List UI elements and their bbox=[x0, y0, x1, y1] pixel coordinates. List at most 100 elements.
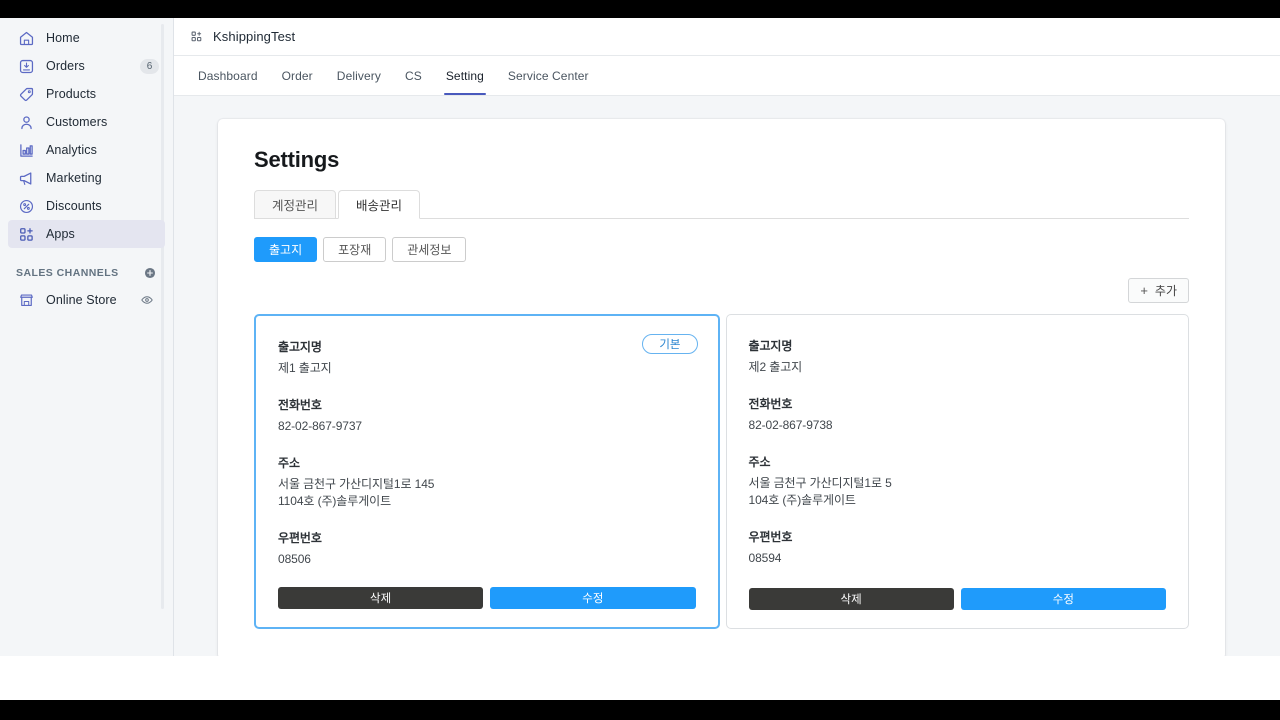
origin-card[interactable]: 기본 출고지명 제1 출고지 전화번호 82-02-867-9737 주소 서울… bbox=[254, 314, 720, 629]
content-scroll-area: Settings 계정관리 배송관리 출고지 포장재 관세정보 + 추가 기본 … bbox=[174, 96, 1280, 656]
field-zipcode: 우편번호 08594 bbox=[749, 528, 1167, 567]
field-label: 출고지명 bbox=[278, 340, 322, 354]
sidebar-item-label: Customers bbox=[46, 115, 108, 129]
settings-tab-shipping[interactable]: 배송관리 bbox=[338, 190, 421, 219]
edit-button[interactable]: 수정 bbox=[960, 588, 1166, 610]
field-label: 주소 bbox=[278, 456, 300, 470]
origin-card-list: 기본 출고지명 제1 출고지 전화번호 82-02-867-9737 주소 서울… bbox=[254, 314, 1189, 629]
sidebar-item-discounts[interactable]: Discounts bbox=[8, 192, 165, 220]
sidebar-item-home[interactable]: Home bbox=[8, 24, 165, 52]
settings-tab-account[interactable]: 계정관리 bbox=[254, 190, 337, 219]
sidebar-item-label: Analytics bbox=[46, 143, 97, 157]
products-icon bbox=[16, 84, 36, 104]
subtab-label: 관세정보 bbox=[407, 243, 452, 257]
sidebar-item-label: Products bbox=[46, 87, 97, 101]
settings-tab-label: 배송관리 bbox=[356, 199, 403, 213]
default-badge[interactable]: 기본 bbox=[642, 334, 698, 354]
add-origin-button[interactable]: + 추가 bbox=[1128, 278, 1189, 303]
delete-button[interactable]: 삭제 bbox=[748, 588, 954, 610]
field-value-line2: 1104호 (주)솔루게이트 bbox=[278, 494, 392, 508]
apps-icon bbox=[16, 224, 36, 244]
sidebar-item-label: Orders bbox=[46, 59, 85, 73]
settings-tab-label: 계정관리 bbox=[272, 199, 319, 213]
main-area: KshippingTest Dashboard Order Delivery C… bbox=[174, 18, 1280, 656]
sidebar-item-label: Apps bbox=[46, 227, 75, 241]
orders-icon bbox=[16, 56, 36, 76]
subtab-label: 출고지 bbox=[269, 243, 303, 257]
plus-icon: + bbox=[1140, 283, 1148, 298]
field-value-line1: 서울 금천구 가산디지털1로 145 bbox=[278, 477, 435, 491]
field-phone: 전화번호 82-02-867-9738 bbox=[749, 395, 1167, 434]
tab-label: Order bbox=[281, 68, 313, 83]
field-name: 출고지명 제1 출고지 bbox=[278, 338, 696, 377]
card-actions: 삭제 수정 bbox=[748, 588, 1166, 610]
add-button-label: 추가 bbox=[1154, 284, 1177, 298]
eye-icon[interactable] bbox=[135, 293, 159, 308]
page-title: Settings bbox=[254, 147, 340, 172]
field-name: 출고지명 제2 출고지 bbox=[749, 337, 1167, 376]
field-label: 전화번호 bbox=[748, 397, 793, 411]
app-title: KshippingTest bbox=[213, 29, 296, 44]
tab-label: Delivery bbox=[336, 68, 381, 83]
field-value: 제1 출고지 bbox=[278, 361, 332, 375]
orders-badge: 6 bbox=[140, 58, 159, 74]
tab-delivery[interactable]: Delivery bbox=[325, 56, 393, 95]
sidebar-item-products[interactable]: Products bbox=[8, 80, 165, 108]
shopify-admin-app: Home Orders 6 Products Customers Analyti… bbox=[0, 18, 1280, 656]
shipping-subtabs: 출고지 포장재 관세정보 bbox=[254, 237, 1189, 262]
tab-setting[interactable]: Setting bbox=[434, 56, 496, 95]
plus-circle-icon[interactable] bbox=[143, 266, 157, 280]
sidebar: Home Orders 6 Products Customers Analyti… bbox=[0, 18, 174, 656]
tab-label: Service Center bbox=[507, 68, 589, 83]
tab-label: CS bbox=[404, 68, 422, 83]
field-value: 82-02-867-9737 bbox=[278, 419, 363, 433]
add-button-row: + 추가 bbox=[254, 278, 1189, 303]
sidebar-item-online-store[interactable]: Online Store bbox=[8, 286, 165, 314]
apps-grid-icon bbox=[190, 30, 203, 43]
field-label: 전화번호 bbox=[278, 398, 322, 412]
store-icon bbox=[16, 290, 36, 310]
customers-icon bbox=[16, 112, 36, 132]
sidebar-item-marketing[interactable]: Marketing bbox=[8, 164, 165, 192]
edit-button[interactable]: 수정 bbox=[490, 587, 696, 609]
sales-channels-header: SALES CHANNELS bbox=[8, 262, 165, 284]
subtab-customs[interactable]: 관세정보 bbox=[392, 237, 467, 262]
field-value: 제2 출고지 bbox=[748, 360, 803, 374]
subtab-packaging[interactable]: 포장재 bbox=[323, 237, 387, 262]
origin-card[interactable]: 출고지명 제2 출고지 전화번호 82-02-867-9738 주소 서울 금천… bbox=[725, 314, 1189, 629]
browser-viewport: Home Orders 6 Products Customers Analyti… bbox=[0, 18, 1280, 700]
sidebar-item-orders[interactable]: Orders 6 bbox=[8, 52, 165, 80]
home-icon bbox=[16, 28, 36, 48]
discounts-icon bbox=[16, 196, 36, 216]
default-badge-label: 기본 bbox=[659, 339, 681, 351]
field-value-line2: 104호 (주)솔루게이트 bbox=[748, 493, 856, 507]
marketing-icon bbox=[16, 168, 36, 188]
tab-cs[interactable]: CS bbox=[393, 56, 434, 95]
field-address: 주소 서울 금천구 가산디지털1로 5 104호 (주)솔루게이트 bbox=[749, 453, 1167, 509]
delete-button[interactable]: 삭제 bbox=[278, 587, 484, 609]
settings-panel: Settings 계정관리 배송관리 출고지 포장재 관세정보 + 추가 기본 … bbox=[218, 119, 1225, 656]
sidebar-item-apps[interactable]: Apps bbox=[8, 220, 165, 248]
settings-tabs: 계정관리 배송관리 bbox=[254, 189, 1189, 219]
tab-label: Dashboard bbox=[198, 68, 258, 83]
tab-order[interactable]: Order bbox=[270, 56, 325, 95]
subtab-label: 포장재 bbox=[338, 243, 372, 257]
sidebar-item-label: Discounts bbox=[46, 199, 102, 213]
field-value: 82-02-867-9738 bbox=[748, 418, 833, 432]
sidebar-item-analytics[interactable]: Analytics bbox=[8, 136, 165, 164]
field-label: 주소 bbox=[748, 455, 771, 469]
analytics-icon bbox=[16, 140, 36, 160]
sidebar-item-label: Marketing bbox=[46, 171, 102, 185]
app-nav-tabs: Dashboard Order Delivery CS Setting Serv… bbox=[174, 56, 1280, 96]
app-bar: KshippingTest bbox=[174, 18, 1280, 56]
sidebar-item-customers[interactable]: Customers bbox=[8, 108, 165, 136]
tab-service-center[interactable]: Service Center bbox=[496, 56, 601, 95]
field-label: 출고지명 bbox=[748, 339, 793, 353]
sales-channels-title: SALES CHANNELS bbox=[16, 267, 119, 279]
tab-dashboard[interactable]: Dashboard bbox=[186, 56, 270, 95]
subtab-origin[interactable]: 출고지 bbox=[254, 237, 318, 262]
field-phone: 전화번호 82-02-867-9737 bbox=[278, 396, 696, 435]
sidebar-item-label: Home bbox=[46, 31, 80, 45]
field-address: 주소 서울 금천구 가산디지털1로 145 1104호 (주)솔루게이트 bbox=[278, 454, 696, 510]
card-actions: 삭제 수정 bbox=[278, 587, 696, 609]
